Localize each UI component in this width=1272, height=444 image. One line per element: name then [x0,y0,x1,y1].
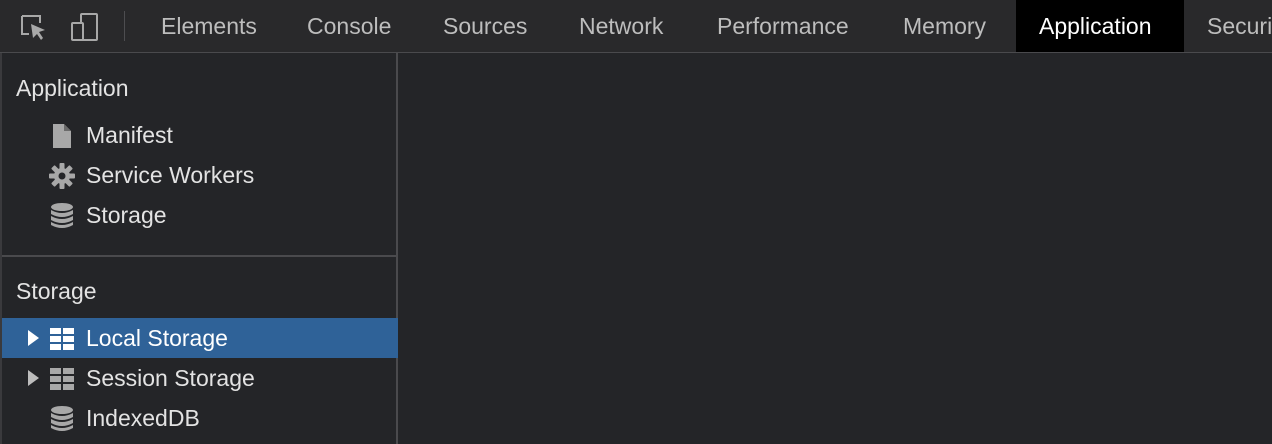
tab-console[interactable]: Console [290,0,408,52]
sidebar-item-label: Storage [86,202,167,228]
document-icon [53,124,71,148]
tab-memory[interactable]: Memory [886,0,1003,52]
sidebar-item-label: Service Workers [86,162,255,188]
tab-performance[interactable]: Performance [700,0,866,52]
table-icon [50,328,74,350]
sidebar-item-service-workers[interactable]: Service Workers [2,155,398,195]
table-icon [50,368,74,390]
inspect-element-icon[interactable] [18,12,48,42]
sidebar-item-label: Manifest [86,122,173,148]
expand-arrow-icon[interactable] [28,330,39,346]
expand-arrow-icon[interactable] [28,370,39,386]
main-content-panel [398,53,1272,444]
tab-security[interactable]: Securi [1190,0,1272,52]
sidebar-item-label: Session Storage [86,365,255,391]
section-title-storage: Storage [16,278,97,304]
section-title-application: Application [16,75,129,101]
sidebar-item-label: Local Storage [86,325,228,351]
sidebar-item-local-storage[interactable]: Local Storage [2,318,398,358]
tab-network[interactable]: Network [562,0,680,52]
application-sidebar: Application Manifest Service Workers Sto… [0,53,398,444]
database-icon [51,203,73,228]
sidebar-item-indexeddb[interactable]: IndexedDB [2,398,398,438]
sidebar-item-manifest[interactable]: Manifest [2,115,398,155]
sidebar-item-storage[interactable]: Storage [2,195,398,235]
gear-icon [49,163,75,189]
sidebar-item-label: IndexedDB [86,405,200,431]
tab-sources[interactable]: Sources [426,0,544,52]
database-icon [51,406,73,431]
tab-elements[interactable]: Elements [144,0,274,52]
tab-application[interactable]: Application [1016,0,1184,52]
device-toolbar-icon[interactable] [70,12,100,42]
sidebar-item-session-storage[interactable]: Session Storage [2,358,398,398]
section-divider [2,255,398,257]
devtools-toolbar: Elements Console Sources Network Perform… [0,0,1272,53]
toolbar-separator [124,11,125,41]
